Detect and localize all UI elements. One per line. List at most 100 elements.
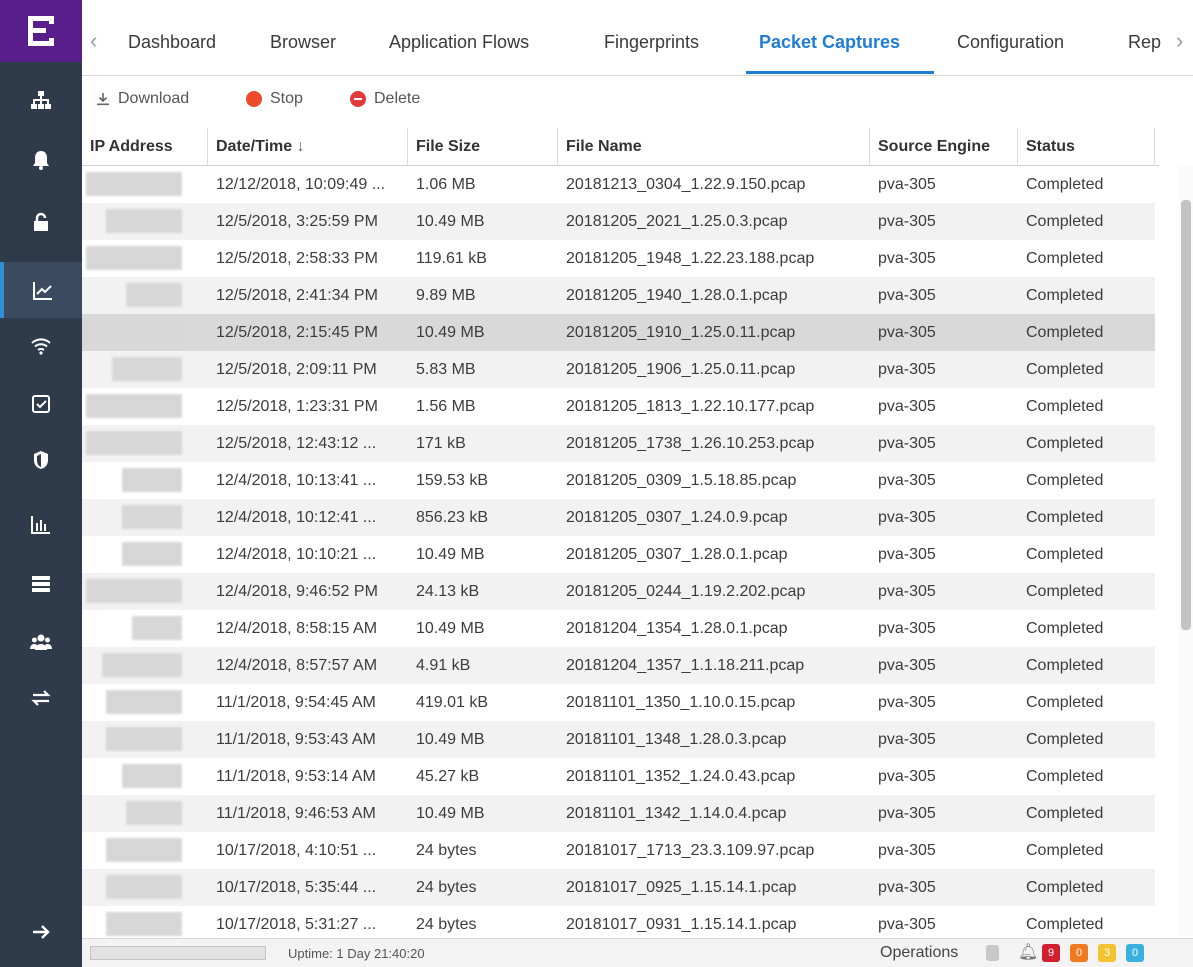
table-row[interactable]: 10/17/2018, 5:31:27 ... 24 bytes 20181017_… (82, 906, 1155, 938)
cell-file-size: 171 kB (416, 435, 466, 452)
table-row[interactable]: 12/4/2018, 9:46:52 PM 24.13 kB 20181205_02… (82, 573, 1155, 610)
tab-configuration[interactable]: Configuration (957, 32, 1064, 53)
chevron-right-icon[interactable]: › (1176, 28, 1183, 54)
cell-status: Completed (1026, 435, 1104, 452)
cell-ip-address (82, 240, 208, 277)
tab-packet-captures[interactable]: Packet Captures (759, 32, 900, 53)
table-row[interactable]: 11/1/2018, 9:53:14 AM 45.27 kB 20181101_13… (82, 758, 1155, 795)
cell-file-size: 24 bytes (416, 879, 477, 896)
column-source-engine[interactable]: Source Engine (870, 128, 1018, 166)
alarm-count-badge[interactable]: 3 (1098, 944, 1116, 962)
cell-ip-address (82, 906, 208, 938)
table-row[interactable]: 12/5/2018, 2:58:33 PM 119.61 kB 20181205_1… (82, 240, 1155, 277)
cell-ip-address (82, 647, 208, 684)
delete-icon (350, 91, 366, 107)
cell-file-size: 24 bytes (416, 916, 477, 933)
bell-icon[interactable] (0, 132, 82, 188)
cell-date-time: 12/4/2018, 9:46:52 PM (216, 583, 378, 600)
download-button[interactable]: Download (96, 90, 189, 108)
cell-source-engine: pva-305 (878, 213, 936, 230)
cell-file-size: 10.49 MB (416, 731, 485, 748)
cell-ip-address (82, 721, 208, 758)
cell-status: Completed (1026, 509, 1104, 526)
tab-application-flows[interactable]: Application Flows (389, 32, 529, 53)
cell-ip-address (82, 351, 208, 388)
transfer-icon[interactable] (0, 670, 82, 726)
table-row[interactable]: 12/4/2018, 10:12:41 ... 856.23 kB 20181205… (82, 499, 1155, 536)
table-row[interactable]: 12/5/2018, 2:09:11 PM 5.83 MB 20181205_190… (82, 351, 1155, 388)
column-file-size[interactable]: File Size (408, 128, 558, 166)
table-row[interactable]: 12/5/2018, 2:41:34 PM 9.89 MB 20181205_194… (82, 277, 1155, 314)
alarm-count-badge[interactable]: 9 (1042, 944, 1060, 962)
bell-outline-icon[interactable]: 🔔︎ (1018, 942, 1038, 962)
delete-button[interactable]: Delete (350, 90, 420, 108)
network-icon[interactable] (0, 72, 82, 128)
table-row[interactable]: 12/12/2018, 10:09:49 ... 1.06 MB 20181213_… (82, 166, 1155, 203)
table-row[interactable]: 11/1/2018, 9:53:43 AM 10.49 MB 20181101_13… (82, 721, 1155, 758)
cell-ip-address (82, 869, 208, 906)
alarm-count-badge[interactable]: 0 (1070, 944, 1088, 962)
cell-ip-address (82, 277, 208, 314)
database-icon[interactable] (986, 945, 999, 961)
cell-file-size: 9.89 MB (416, 287, 476, 304)
cell-file-size: 1.56 MB (416, 398, 476, 415)
arrow-right-icon[interactable] (0, 904, 82, 960)
table-row[interactable]: 12/5/2018, 2:15:45 PM 10.49 MB 20181205_19… (82, 314, 1155, 351)
tab-fingerprints[interactable]: Fingerprints (604, 32, 699, 53)
cell-ip-address (82, 684, 208, 721)
cell-file-name: 20181205_2021_1.25.0.3.pcap (566, 213, 788, 230)
scrollbar-thumb[interactable] (1181, 200, 1191, 630)
wifi-icon[interactable] (0, 318, 82, 374)
table-row[interactable]: 12/4/2018, 8:58:15 AM 10.49 MB 20181204_13… (82, 610, 1155, 647)
cell-date-time: 12/5/2018, 2:15:45 PM (216, 324, 378, 341)
cell-date-time: 12/5/2018, 2:58:33 PM (216, 250, 378, 267)
server-icon[interactable] (0, 556, 82, 612)
cell-file-name: 20181205_0307_1.24.0.9.pcap (566, 509, 788, 526)
delete-label: Delete (374, 90, 421, 107)
cell-date-time: 12/5/2018, 12:43:12 ... (216, 435, 377, 452)
table-row[interactable]: 12/4/2018, 10:10:21 ... 10.49 MB 20181205_… (82, 536, 1155, 573)
column-status[interactable]: Status (1018, 128, 1155, 166)
table-row[interactable]: 11/1/2018, 9:46:53 AM 10.49 MB 20181101_13… (82, 795, 1155, 832)
table-row[interactable]: 12/5/2018, 12:43:12 ... 171 kB 20181205_17… (82, 425, 1155, 462)
table-row[interactable]: 12/5/2018, 1:23:31 PM 1.56 MB 20181205_181… (82, 388, 1155, 425)
lock-icon[interactable] (0, 194, 82, 250)
table-row[interactable]: 10/17/2018, 5:35:44 ... 24 bytes 20181017_… (82, 869, 1155, 906)
cell-file-size: 10.49 MB (416, 805, 485, 822)
tab-reports[interactable]: Rep (1128, 32, 1161, 53)
alarm-count-badge[interactable]: 0 (1126, 944, 1144, 962)
bar-chart-icon[interactable] (0, 496, 82, 552)
column-date-time[interactable]: Date/Time ↓ (208, 128, 408, 166)
tab-dashboard[interactable]: Dashboard (128, 32, 216, 53)
cell-source-engine: pva-305 (878, 805, 936, 822)
toolbar: Download Stop Delete (82, 80, 1193, 124)
operations-link[interactable]: Operations (880, 944, 958, 962)
column-file-name[interactable]: File Name (558, 128, 870, 166)
analytics-icon[interactable] (0, 262, 82, 318)
cell-source-engine: pva-305 (878, 176, 936, 193)
table-row[interactable]: 11/1/2018, 9:54:45 AM 419.01 kB 20181101_1… (82, 684, 1155, 721)
active-tab-indicator (746, 71, 934, 74)
column-ip-address[interactable]: IP Address (82, 128, 208, 166)
cell-file-size: 159.53 kB (416, 472, 489, 489)
stop-button[interactable]: Stop (246, 90, 303, 108)
cell-source-engine: pva-305 (878, 620, 936, 637)
cell-date-time: 11/1/2018, 9:46:53 AM (216, 805, 376, 822)
table-row[interactable]: 12/4/2018, 10:13:41 ... 159.53 kB 20181205… (82, 462, 1155, 499)
extreme-logo[interactable] (0, 0, 82, 62)
logo-icon (28, 16, 54, 46)
chevron-left-icon[interactable]: ‹ (90, 28, 97, 54)
table-row[interactable]: 10/17/2018, 4:10:51 ... 24 bytes 20181017_… (82, 832, 1155, 869)
users-icon[interactable] (0, 614, 82, 670)
cell-file-name: 20181204_1357_1.1.18.211.pcap (566, 657, 805, 674)
cell-file-size: 419.01 kB (416, 694, 489, 711)
cell-file-size: 10.49 MB (416, 546, 485, 563)
shield-icon[interactable] (0, 432, 82, 488)
table-row[interactable]: 12/5/2018, 3:25:59 PM 10.49 MB 20181205_20… (82, 203, 1155, 240)
table-row[interactable]: 12/4/2018, 8:57:57 AM 4.91 kB 20181204_135… (82, 647, 1155, 684)
vertical-scrollbar[interactable] (1179, 166, 1193, 936)
tab-browser[interactable]: Browser (270, 32, 336, 53)
cell-status: Completed (1026, 879, 1104, 896)
cell-ip-address (82, 314, 208, 351)
checkbox-icon[interactable] (0, 376, 82, 432)
